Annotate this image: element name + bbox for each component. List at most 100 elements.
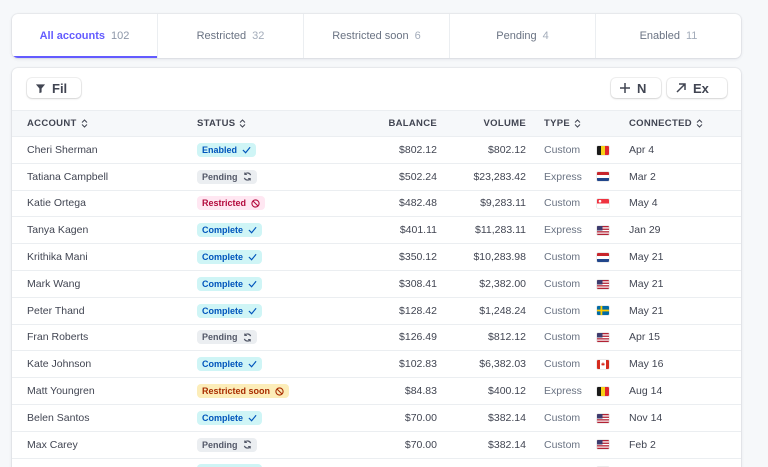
status-badge: Complete — [197, 410, 263, 425]
connected-date: May 21 — [629, 277, 664, 290]
table-row[interactable]: Katie Ortega Restricted $482.48 $9,283.11 Cu… — [12, 190, 741, 217]
flag-usa-icon — [597, 279, 609, 289]
balance-value: $128.42 — [399, 304, 437, 317]
connected-date: Feb 2 — [629, 438, 656, 451]
sort-icon — [574, 119, 581, 128]
country-flag — [597, 190, 629, 217]
volume-value — [437, 458, 526, 467]
status-cell: Restricted soon — [197, 378, 327, 405]
table-row[interactable]: Complete — [12, 458, 741, 467]
table-row[interactable]: Max Carey Pending $70.00 $382.14 Custom Feb 2 — [12, 431, 741, 459]
plus-icon — [620, 83, 630, 93]
country-flag — [597, 378, 629, 405]
status-badge: Restricted soon — [197, 384, 290, 399]
account-name — [12, 458, 197, 467]
table-row[interactable]: Matt Youngren Restricted soon $84.83 $400.1… — [12, 378, 741, 405]
country-flag — [597, 324, 629, 351]
flag-usa-icon — [597, 440, 609, 450]
check-icon — [248, 307, 257, 315]
flag-usa-icon — [597, 226, 609, 235]
status-badge: Restricted — [197, 196, 266, 211]
export-button[interactable]: Ex — [667, 78, 727, 98]
account-name: Max Carey — [27, 438, 78, 451]
volume-value: $6,382.03 — [479, 358, 526, 371]
balance-value: $84.83 — [404, 385, 437, 398]
status-badge: Pending — [197, 437, 257, 452]
new-account-button[interactable]: N — [611, 78, 661, 98]
filter-icon — [35, 83, 46, 93]
volume-value: $812.12 — [488, 331, 526, 344]
account-name: Cheri Sherman — [27, 143, 98, 156]
country-flag — [597, 404, 629, 431]
connected-date: May 4 — [629, 197, 658, 210]
volume-value: $10,283.98 — [473, 251, 526, 264]
tab-count: 6 — [414, 30, 421, 42]
volume-value: $1,248.24 — [479, 304, 526, 317]
column-header-balance: BALANCE — [388, 118, 437, 129]
connected-date: Aug 14 — [629, 385, 663, 398]
arrow-up-right-icon — [676, 83, 686, 93]
status-cell: Enabled — [197, 137, 327, 164]
table-row[interactable]: Belen Santos Complete $70.00 $382.14 Custom N… — [12, 404, 741, 432]
status-cell: Complete — [197, 404, 327, 431]
account-type: Custom — [544, 438, 581, 451]
tab-label: Pending — [496, 30, 537, 42]
accounts-panel: Fil N Ex ACCOUNT STATUS BALANCE VOLUME T… — [12, 68, 741, 467]
table-row[interactable]: Peter Thand Complete $128.42 $1,248.24 Custo… — [12, 297, 741, 325]
column-header-type[interactable]: TYPE — [526, 111, 597, 137]
sort-icon — [240, 119, 246, 128]
sort-icon — [696, 119, 703, 128]
tab-restricted-soon[interactable]: Restricted soon 6 — [303, 14, 449, 58]
table-row[interactable]: Mark Wang Complete $308.41 $2,382.00 Custom M… — [12, 270, 741, 298]
table-row[interactable]: Krithika Mani Complete $350.12 $10,283.98 Cu… — [12, 244, 741, 271]
connected-date: Jan 29 — [629, 224, 661, 237]
table-row[interactable]: Kate Johnson Complete $102.83 $6,382.03 Cust… — [12, 351, 741, 378]
account-name: Matt Youngren — [27, 385, 95, 398]
status-badge: Complete — [197, 303, 263, 318]
country-flag — [597, 297, 629, 324]
balance-value: $350.12 — [399, 251, 437, 264]
flag-netherlands-icon — [597, 252, 609, 262]
status-cell: Complete — [197, 217, 327, 244]
column-header-connected[interactable]: CONNECTED — [629, 111, 741, 137]
account-name: Tatiana Campbell — [27, 170, 109, 183]
status-badge: Complete — [197, 357, 263, 372]
account-name: Fran Roberts — [27, 331, 89, 344]
tab-restricted[interactable]: Restricted 32 — [157, 14, 303, 58]
tab-all-accounts[interactable]: All accounts 102 — [12, 14, 157, 58]
filter-button[interactable]: Fil — [27, 78, 81, 98]
column-header-account[interactable]: ACCOUNT — [12, 111, 197, 137]
tab-enabled[interactable]: Enabled 11 — [595, 14, 741, 58]
status-cell: Restricted — [197, 190, 327, 217]
account-name: Belen Santos — [27, 411, 90, 424]
table-row[interactable]: Cheri Sherman Enabled $802.12 $802.12 Custom… — [12, 137, 741, 164]
balance-value: $482.48 — [399, 197, 437, 210]
tab-pending[interactable]: Pending 4 — [449, 14, 595, 58]
account-name: Tanya Kagen — [27, 224, 89, 237]
account-type: Custom — [544, 411, 581, 424]
check-icon — [248, 280, 257, 288]
blocked-icon — [251, 199, 260, 208]
flag-usa-icon — [597, 413, 609, 423]
country-flag — [597, 163, 629, 190]
account-type: Custom — [544, 358, 581, 371]
status-badge: Complete — [197, 276, 263, 291]
status-badge: Complete — [197, 250, 263, 265]
table-row[interactable]: Tanya Kagen Complete $401.11 $11,283.11 Expr… — [12, 217, 741, 244]
flag-belgium-icon — [597, 145, 609, 155]
status-cell: Complete — [197, 270, 327, 297]
export-label: Ex — [693, 80, 709, 96]
country-flag — [597, 458, 629, 467]
check-icon — [248, 227, 257, 234]
connected-date — [629, 458, 741, 467]
column-header-status[interactable]: STATUS — [197, 111, 327, 137]
account-name: Katie Ortega — [27, 197, 86, 210]
account-type: Custom — [544, 197, 581, 210]
table-row[interactable]: Fran Roberts Pending $126.49 $812.12 Custom A… — [12, 324, 741, 351]
status-cell: Complete — [197, 244, 327, 271]
account-type: Express — [544, 170, 582, 183]
connected-date: Apr 4 — [629, 143, 655, 156]
balance-value — [327, 458, 437, 467]
sort-icon — [81, 119, 87, 128]
table-row[interactable]: Tatiana Campbell Pending $502.24 $23,283.42… — [12, 163, 741, 191]
